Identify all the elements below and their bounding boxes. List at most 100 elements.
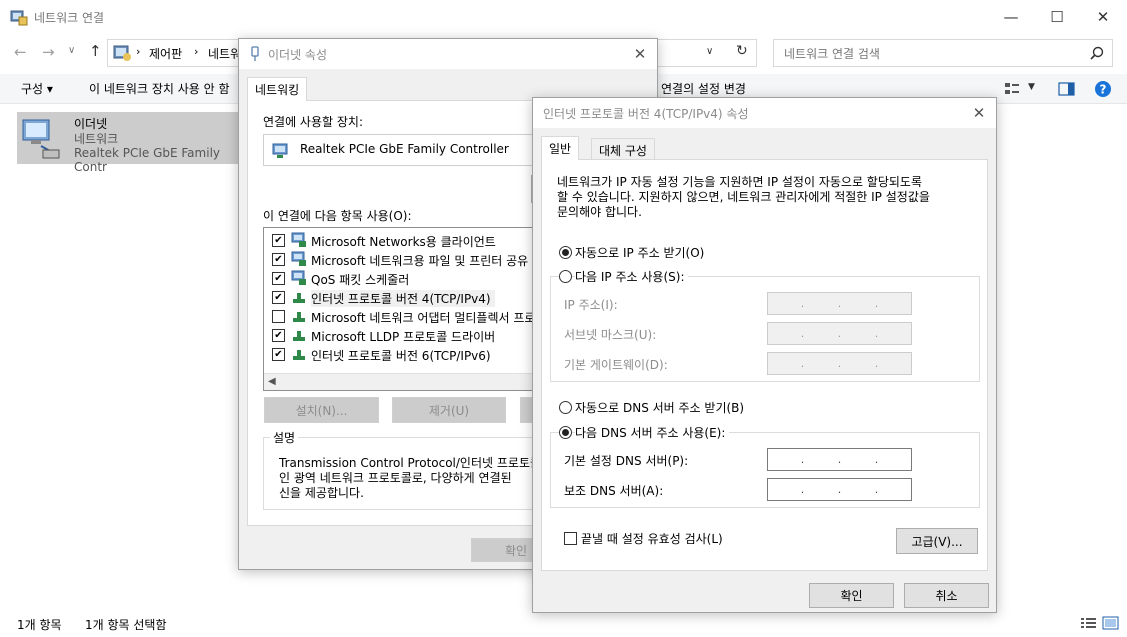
default-gateway-field[interactable]: ... [767, 352, 912, 375]
item-label: QoS 패킷 스케줄러 [311, 273, 410, 287]
dialog-titlebar: 인터넷 프로토콜 버전 4(TCP/IPv4) 속성 ✕ [533, 98, 996, 128]
install-button[interactable]: 설치(N)... [264, 397, 379, 423]
item-checkbox[interactable]: ✔ [272, 329, 285, 342]
forward-arrow-icon[interactable]: → [42, 43, 55, 61]
ip-address-label: IP 주소(I): [564, 298, 618, 312]
dialog-titlebar: 이더넷 속성 ✕ [239, 39, 657, 69]
auto-ip-label[interactable]: 자동으로 IP 주소 받기(O) [575, 244, 704, 261]
recent-chevron-icon[interactable]: ∨ [68, 45, 75, 56]
breadcrumb-separator-icon: › [194, 45, 199, 58]
items-list[interactable]: ✔ Microsoft Networks용 클라이언트 ✔ Microsoft 네트워… [263, 227, 553, 391]
item-label: 인터넷 프로토콜 버전 4(TCP/IPv4) [311, 290, 495, 307]
description-line-3: 신을 제공합니다. [279, 486, 364, 500]
validate-label[interactable]: 끝낼 때 설정 유효성 검사(L) [581, 530, 723, 547]
selected-count: 1개 항목 선택함 [85, 618, 167, 632]
breadcrumb-network[interactable]: 네트워 [208, 45, 241, 62]
auto-ip-radio[interactable] [559, 246, 572, 259]
ipv4-ok-button[interactable]: 확인 [809, 583, 894, 608]
item-checkbox[interactable]: ✔ [272, 253, 285, 266]
tab-general[interactable]: 일반 [541, 136, 580, 160]
auto-dns-label[interactable]: 자동으로 DNS 서버 주소 받기(B) [575, 399, 744, 416]
item-label: Microsoft 네트워크용 파일 및 프린터 공유 [311, 254, 529, 268]
preferred-dns-field[interactable]: ... [767, 448, 912, 471]
item-checkbox[interactable]: ✔ [272, 272, 285, 285]
adapter-device: Realtek PCIe GbE Family Contr [74, 146, 220, 174]
preview-pane-icon[interactable] [1058, 82, 1075, 96]
adapter-network: 네트워크 [74, 132, 119, 146]
status-bar: 1개 항목 1개 항목 선택함 [0, 610, 1127, 637]
protocol-icon [293, 331, 305, 341]
refresh-icon[interactable]: ↻ [736, 43, 748, 59]
manual-ip-label[interactable]: 다음 IP 주소 사용(S): [575, 268, 689, 285]
uninstall-button[interactable]: 제거(U) [392, 397, 506, 423]
search-box[interactable]: 네트워크 연결 검색 [773, 39, 1113, 67]
manual-dns-radio[interactable] [559, 426, 572, 439]
breadcrumb-separator-icon: › [136, 45, 141, 58]
protocol-icon [293, 293, 305, 303]
svg-text:?: ? [1100, 83, 1107, 97]
large-icons-view-icon[interactable] [1102, 616, 1119, 630]
organize-menu[interactable]: 구성 ▾ [21, 80, 53, 97]
preferred-dns-label: 기본 설정 DNS 서버(P): [564, 454, 689, 468]
device-name: Realtek PCIe GbE Family Controller [300, 142, 509, 156]
advanced-button[interactable]: 고급(V)... [896, 528, 978, 554]
search-placeholder: 네트워크 연결 검색 [784, 47, 880, 61]
manual-ip-radio[interactable] [559, 270, 572, 283]
subnet-mask-label: 서브넷 마스크(U): [564, 328, 657, 342]
tab-alternate[interactable]: 대체 구성 [591, 138, 655, 160]
change-settings-command[interactable]: 연결의 설정 변경 [661, 80, 746, 97]
ipv4-properties-dialog: 인터넷 프로토콜 버전 4(TCP/IPv4) 속성 ✕ 일반 대체 구성 네트… [532, 97, 997, 613]
connect-using-label: 연결에 사용할 장치: [263, 115, 363, 129]
manual-dns-label[interactable]: 다음 DNS 서버 주소 사용(E): [575, 424, 730, 441]
description-title: 설명 [270, 429, 299, 446]
auto-dns-radio[interactable] [559, 401, 572, 414]
ethernet-plug-icon [251, 46, 259, 61]
ip-address-field[interactable]: ... [767, 292, 912, 315]
view-options-icon[interactable] [1004, 82, 1020, 96]
protocol-icon [293, 350, 305, 360]
network-client-icon [291, 270, 306, 285]
breadcrumb-control-panel[interactable]: 제어판 [149, 45, 182, 62]
validate-checkbox[interactable] [564, 532, 577, 545]
dialog-close-button[interactable]: ✕ [968, 102, 990, 124]
item-checkbox[interactable]: ✔ [272, 234, 285, 247]
help-icon[interactable]: ? [1094, 80, 1112, 98]
item-checkbox[interactable] [272, 310, 285, 323]
alternate-dns-field[interactable]: ... [767, 478, 912, 501]
tab-networking[interactable]: 네트워킹 [247, 77, 308, 101]
close-button[interactable]: ✕ [1080, 0, 1126, 34]
dialog-title: 이더넷 속성 [268, 48, 328, 62]
general-panel: 네트워크가 IP 자동 설정 기능을 지원하면 IP 설정이 자동으로 할당되도… [541, 159, 988, 571]
ethernet-adapter-item[interactable]: 이더넷 네트워크 Realtek PCIe GbE Family Contr [17, 112, 243, 174]
subnet-mask-field[interactable]: ... [767, 322, 912, 345]
items-label: 이 연결에 다음 항목 사용(O): [263, 209, 412, 223]
item-count: 1개 항목 [17, 618, 62, 632]
back-arrow-icon[interactable]: ← [14, 43, 27, 61]
address-dropdown-icon[interactable]: ∨ [706, 46, 713, 57]
default-gateway-label: 기본 게이트웨이(D): [564, 358, 668, 372]
network-client-icon [291, 232, 306, 247]
up-arrow-icon[interactable]: ↑ [89, 42, 102, 60]
control-panel-icon [113, 45, 131, 61]
details-view-icon[interactable] [1080, 616, 1097, 630]
item-checkbox[interactable]: ✔ [272, 348, 285, 361]
disable-device-command[interactable]: 이 네트워크 장치 사용 안 함 [89, 80, 230, 97]
dialog-close-button[interactable]: ✕ [629, 43, 651, 65]
search-icon[interactable] [1090, 46, 1104, 60]
minimize-button[interactable]: — [988, 0, 1034, 34]
item-label: Microsoft Networks용 클라이언트 [311, 235, 496, 249]
network-connections-icon [10, 10, 28, 26]
dialog-title: 인터넷 프로토콜 버전 4(TCP/IPv4) 속성 [543, 107, 749, 121]
item-checkbox[interactable]: ✔ [272, 291, 285, 304]
window-title: 네트워크 연결 [34, 11, 105, 25]
view-dropdown-icon[interactable]: ▼ [1028, 82, 1035, 92]
item-label: Microsoft LLDP 프로토콜 드라이버 [311, 330, 496, 344]
ipv4-cancel-button[interactable]: 취소 [904, 583, 989, 608]
maximize-button[interactable]: ☐ [1034, 0, 1080, 34]
protocol-icon [293, 312, 305, 322]
scroll-left-icon[interactable]: ◀ [268, 376, 276, 387]
horizontal-scrollbar[interactable]: ◀ [264, 373, 552, 390]
item-label: 인터넷 프로토콜 버전 6(TCP/IPv6) [311, 349, 491, 363]
alternate-dns-label: 보조 DNS 서버(A): [564, 484, 664, 498]
intro-line-3: 문의해야 합니다. [557, 205, 642, 219]
